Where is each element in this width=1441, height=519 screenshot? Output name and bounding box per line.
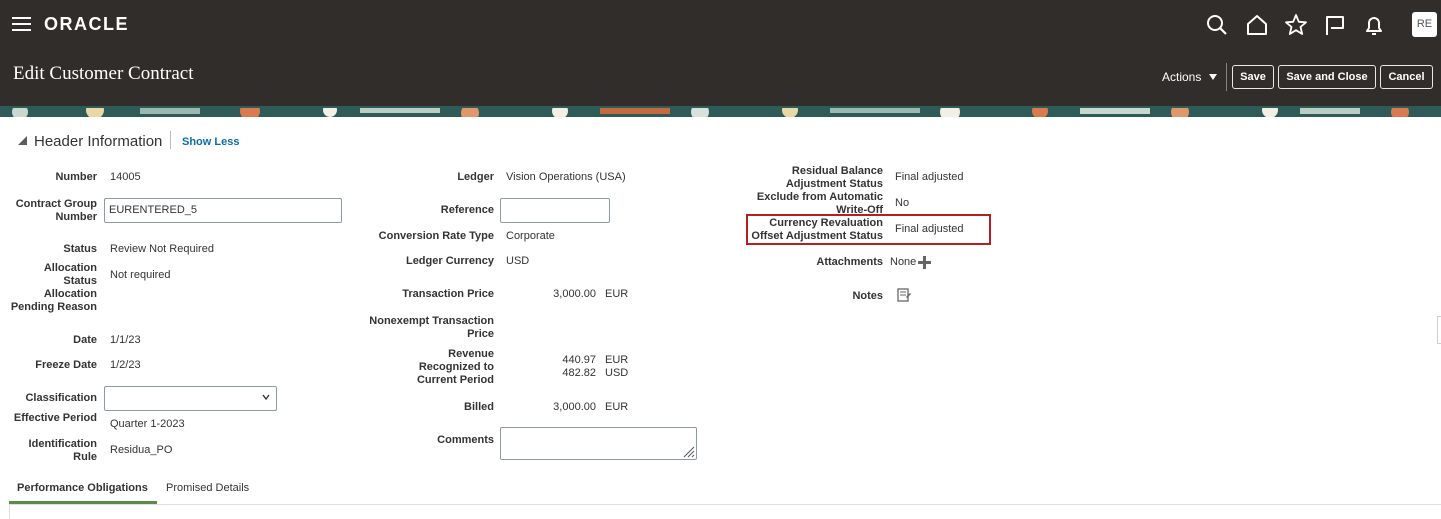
home-icon[interactable] <box>1244 12 1270 38</box>
comments-label: Comments <box>437 434 494 446</box>
date-value: 1/1/23 <box>110 334 141 346</box>
contract-group-number-input[interactable]: EURENTERED_5 <box>104 198 342 223</box>
chevron-down-icon <box>262 394 270 401</box>
save-button[interactable]: Save <box>1232 65 1274 89</box>
section-title: Header Information <box>34 133 163 150</box>
status-value: Review Not Required <box>110 243 214 255</box>
reference-input[interactable] <box>500 198 610 223</box>
collapse-triangle-icon[interactable] <box>18 136 27 145</box>
notes-label: Notes <box>852 290 883 302</box>
transaction-price-amount: 3,000.00 <box>553 288 596 300</box>
highlight-box <box>746 214 991 245</box>
conversion-rate-type-label: Conversion Rate Type <box>378 230 494 242</box>
chevron-down-icon <box>1208 74 1217 80</box>
revenue-currency-eur: EUR <box>605 354 629 366</box>
allocation-status-label: Allocation Status <box>43 262 97 287</box>
tab-baseline <box>9 504 1441 505</box>
freeze-date-value: 1/2/23 <box>110 359 141 371</box>
bell-icon[interactable] <box>1361 12 1387 38</box>
allocation-status-value: Not required <box>110 269 171 281</box>
status-label: Status <box>63 243 97 255</box>
notes-icon[interactable] <box>897 288 911 302</box>
exclude-write-off-value: No <box>895 197 910 209</box>
ledger-currency-value: USD <box>506 255 530 267</box>
decorative-banner <box>0 106 1441 117</box>
resize-handle-icon[interactable] <box>681 444 695 458</box>
residual-balance-value: Final adjusted <box>895 171 964 183</box>
oracle-logo: ORACLE <box>44 14 129 34</box>
billed-currency: EUR <box>605 401 629 413</box>
comments-textarea[interactable] <box>500 427 697 460</box>
classification-label: Classification <box>25 392 97 404</box>
transaction-price-currency: EUR <box>605 288 629 300</box>
section-divider <box>170 131 171 149</box>
classification-select[interactable] <box>104 386 277 411</box>
number-label: Number <box>55 171 97 183</box>
billed-amount: 3,000.00 <box>553 401 596 413</box>
user-avatar[interactable]: RE <box>1412 12 1437 37</box>
actions-label: Actions <box>1162 70 1202 84</box>
effective-period-label: Effective Period <box>13 412 97 424</box>
revenue-recognized-label: Revenue Recognized to Current Period <box>416 348 494 386</box>
nonexempt-transaction-price-label: Nonexempt Transaction Price <box>369 315 494 340</box>
tab-panel-border <box>9 505 10 519</box>
revenue-amount-eur: 440.97 <box>562 354 596 366</box>
billed-label: Billed <box>464 401 494 413</box>
page-title: Edit Customer Contract <box>13 63 194 84</box>
add-attachment-icon[interactable] <box>918 256 931 269</box>
revenue-amount-usd: 482.82 <box>562 367 596 379</box>
ledger-currency-label: Ledger Currency <box>405 255 494 267</box>
tab-promised-details[interactable]: Promised Details <box>166 482 249 494</box>
cancel-button[interactable]: Cancel <box>1380 65 1433 89</box>
actions-menu[interactable]: Actions <box>1162 70 1218 84</box>
show-less-link[interactable]: Show Less <box>182 136 239 148</box>
ledger-value: Vision Operations (USA) <box>506 171 626 183</box>
ledger-label: Ledger <box>457 171 494 183</box>
attachments-label: Attachments <box>816 256 883 268</box>
save-and-close-button[interactable]: Save and Close <box>1278 65 1376 89</box>
attachments-value: None <box>890 256 917 268</box>
date-label: Date <box>73 334 97 346</box>
notifications-flag-icon[interactable] <box>1322 12 1348 38</box>
revenue-currency-usd: USD <box>605 367 629 379</box>
identification-rule-label: Identification Rule <box>28 438 97 463</box>
number-value: 14005 <box>110 171 141 183</box>
favorites-star-icon[interactable] <box>1283 12 1309 38</box>
reference-label: Reference <box>440 204 494 216</box>
toolbar-divider <box>1226 63 1227 91</box>
transaction-price-label: Transaction Price <box>402 288 494 300</box>
allocation-pending-reason-label: Allocation Pending Reason <box>10 288 97 313</box>
splitter-handle[interactable] <box>1437 316 1441 344</box>
residual-balance-label: Residual Balance Adjustment Status <box>785 165 883 190</box>
conversion-rate-type-value: Corporate <box>506 230 555 242</box>
effective-period-value: Quarter 1-2023 <box>110 418 185 430</box>
contract-group-number-label: Contract Group Number <box>15 198 97 223</box>
menu-icon[interactable] <box>12 17 31 32</box>
tab-performance-obligations[interactable]: Performance Obligations <box>17 482 148 494</box>
freeze-date-label: Freeze Date <box>35 359 97 371</box>
identification-rule-value: Residua_PO <box>110 444 173 456</box>
search-icon[interactable] <box>1204 12 1230 38</box>
